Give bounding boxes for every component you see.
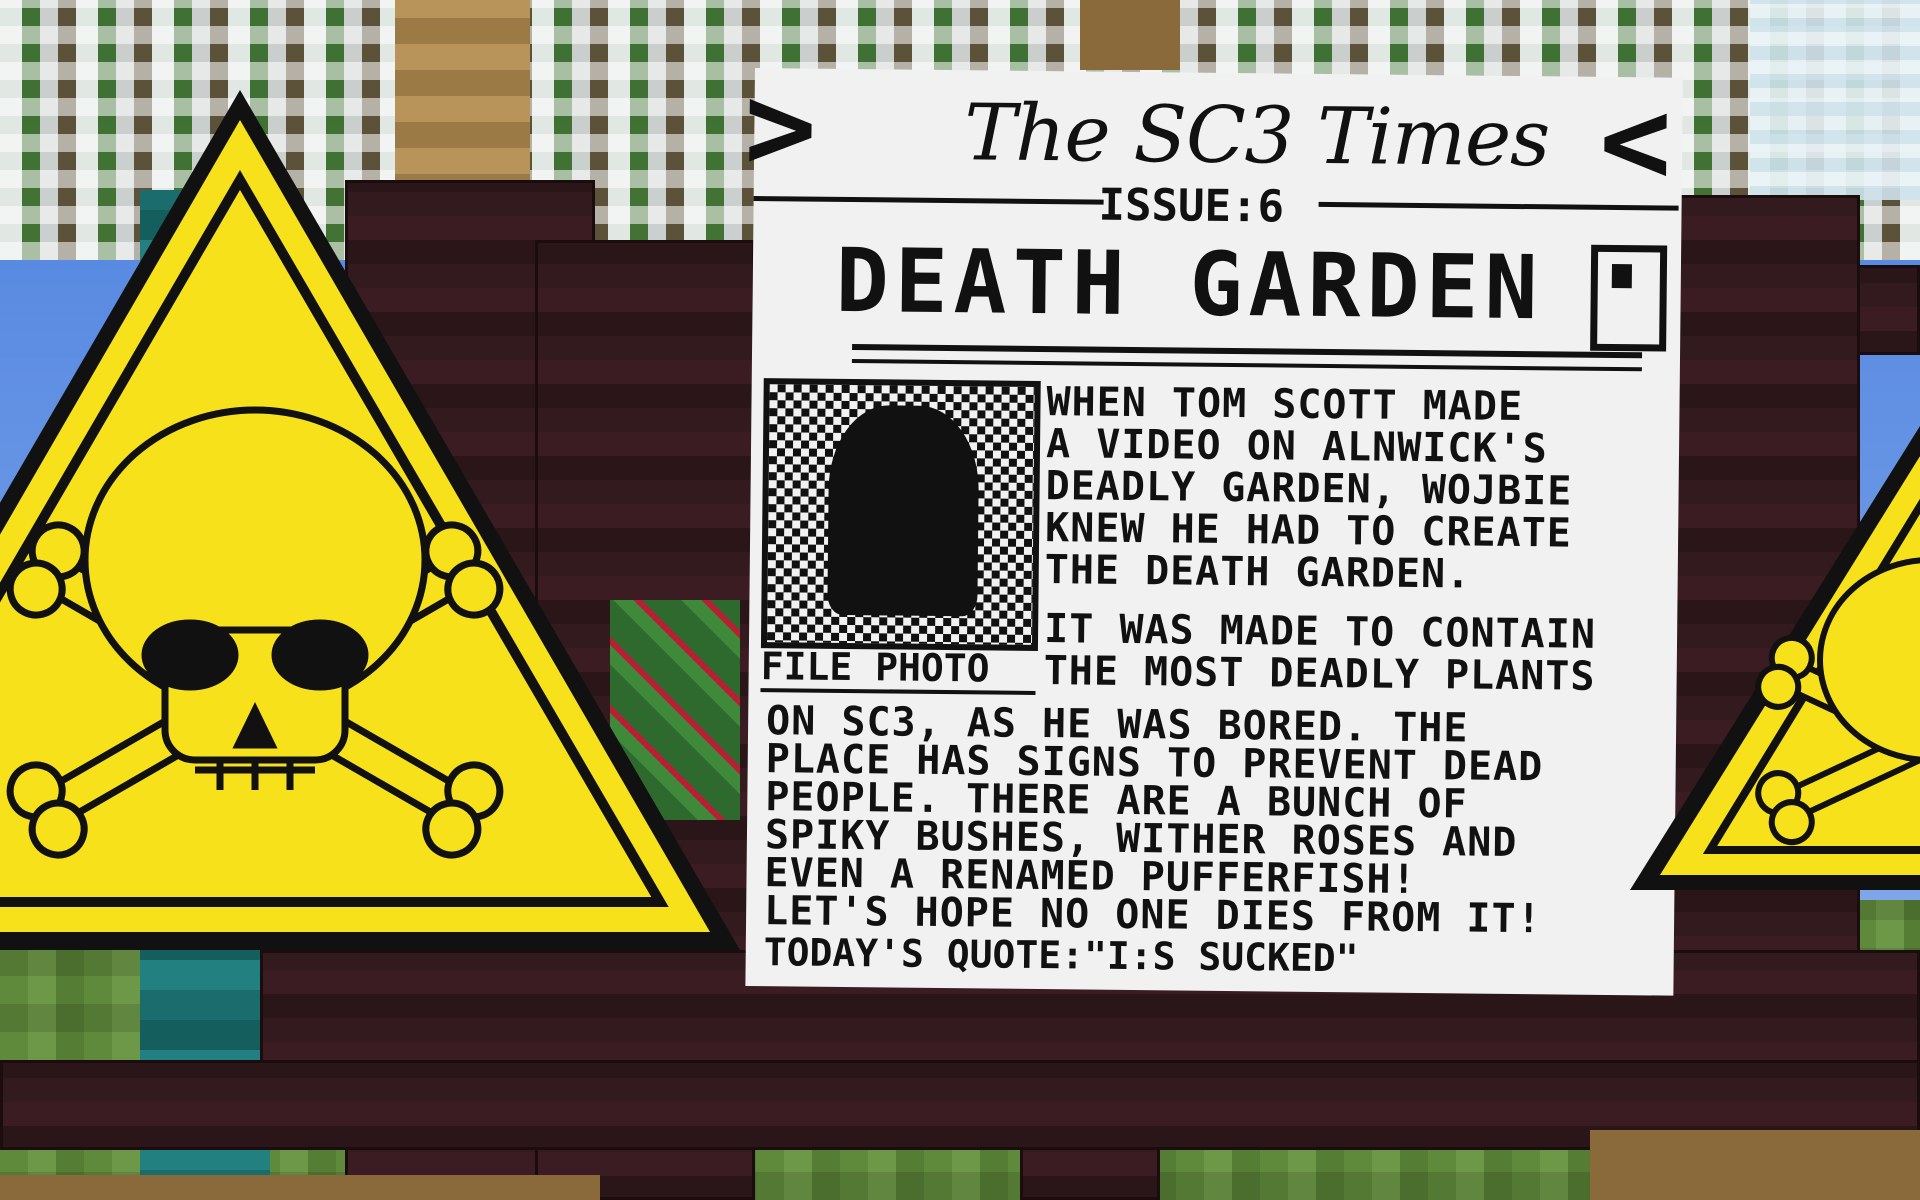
- article-line: THE DEATH GARDEN.: [1044, 547, 1472, 598]
- newspaper-masthead: The SC3 Times: [963, 88, 1550, 185]
- divider: [852, 344, 1643, 359]
- hazard-sign-left: [0, 90, 740, 950]
- phone-icon: [1590, 244, 1668, 352]
- article-line: THE MOST DEADLY PLANTS: [1043, 648, 1596, 700]
- wood-plank: [1590, 1130, 1920, 1200]
- glass-block: [1750, 0, 1920, 200]
- newspaper-map[interactable]: > < The SC3 Times ISSUE:6 DEATH GARDEN F…: [744, 58, 1683, 996]
- todays-quote: TODAY'S QUOTE:"I:S SUCKED": [763, 930, 1359, 981]
- divider: [760, 688, 1036, 695]
- chevron-left-icon: <: [1598, 71, 1673, 212]
- file-photo-image: [760, 378, 1041, 651]
- photo-caption: FILE PHOTO: [760, 644, 990, 691]
- divider: [851, 359, 1642, 372]
- photo-subject: [827, 404, 980, 617]
- wood-post: [1080, 0, 1180, 70]
- headline: DEATH GARDEN: [835, 228, 1545, 340]
- divider: [753, 195, 1104, 205]
- issue-number: ISSUE:6: [1098, 179, 1285, 233]
- hazard-sign-right: [1630, 426, 1920, 890]
- wood-plank: [0, 1175, 600, 1200]
